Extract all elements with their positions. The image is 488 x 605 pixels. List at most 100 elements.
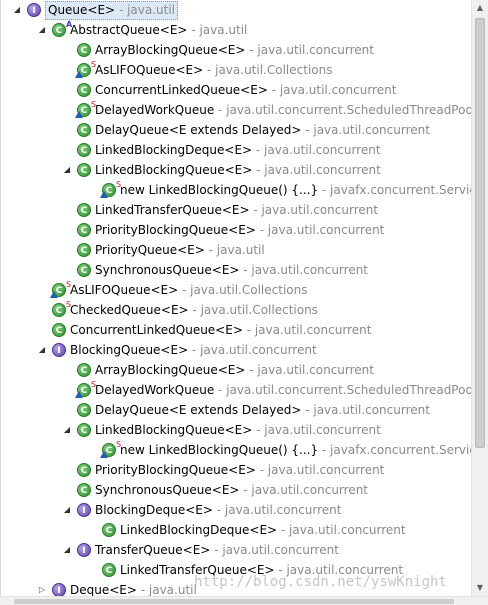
tree-row[interactable]: C LinkedBlockingDeque<E> - java.util.conc… (1, 140, 472, 160)
vertical-scrollbar[interactable]: ▲ ▼ (471, 0, 488, 596)
tree-row[interactable]: C LinkedBlockingDeque<E> - java.util.conc… (1, 520, 472, 540)
tree-item-label[interactable]: Deque<E> - java.util (70, 580, 197, 596)
interface-icon: I (52, 583, 66, 596)
tree-item-label[interactable]: LinkedBlockingDeque<E> - java.util.concu… (95, 140, 381, 160)
package-name: - java.util.concurrent (212, 503, 342, 517)
type-name: BlockingQueue<E> (70, 343, 189, 357)
tree-item-label[interactable]: new LinkedBlockingQueue() {...} - javafx… (120, 440, 472, 460)
tree-row[interactable]: C ConcurrentLinkedQueue<E> - java.util.co… (1, 80, 472, 100)
tree-item-label[interactable]: SynchronousQueue<E> - java.util.concurre… (95, 480, 368, 500)
tree-item-label[interactable]: AsLIFOQueue<E> - java.util.Collections (95, 60, 332, 80)
type-name: AbstractQueue<E> (70, 23, 188, 37)
tree-item-label[interactable]: LinkedBlockingQueue<E> - java.util.concu… (95, 160, 381, 180)
tree-item-label[interactable]: ArrayBlockingQueue<E> - java.util.concur… (95, 40, 374, 60)
tree-item-label[interactable]: PriorityBlockingQueue<E> - java.util.con… (95, 220, 384, 240)
horizontal-scrollbar[interactable] (0, 596, 488, 605)
tree-item-label[interactable]: TransferQueue<E> - java.util.concurrent (95, 540, 339, 560)
tree-item-label[interactable]: DelayedWorkQueue - java.util.concurrent.… (95, 100, 472, 120)
tree-item-label[interactable]: LinkedTransferQueue<E> - java.util.concu… (95, 200, 378, 220)
tree-item-label[interactable]: ArrayBlockingQueue<E> - java.util.concur… (95, 360, 374, 380)
type-name: LinkedBlockingQueue<E> (95, 423, 253, 437)
type-name: AsLIFOQueue<E> (70, 283, 179, 297)
tree-item-label[interactable]: BlockingDeque<E> - java.util.concurrent (95, 500, 341, 520)
interface-icon: I (77, 503, 91, 517)
chevron-down-icon[interactable]: ◢ (35, 20, 49, 40)
type-name: LinkedBlockingDeque<E> (120, 523, 278, 537)
tree-row[interactable]: C PriorityBlockingQueue<E> - java.util.co… (1, 460, 472, 480)
tree-row[interactable]: ▷ I Deque<E> - java.util (1, 580, 472, 596)
chevron-right-icon[interactable]: ▷ (35, 580, 49, 596)
package-name: - javafx.concurrent.Service (318, 183, 472, 197)
type-name: SynchronousQueue<E> (95, 263, 240, 277)
interface-icon: I (77, 543, 91, 557)
tree-row[interactable]: C LinkedTransferQueue<E> - java.util.conc… (1, 200, 472, 220)
tree-item-label[interactable]: ConcurrentLinkedQueue<E> - java.util.con… (95, 80, 396, 100)
tree-row[interactable]: C PriorityQueue<E> - java.util (1, 240, 472, 260)
visibility-triangle-icon (75, 111, 83, 118)
tree-item-label[interactable]: DelayQueue<E extends Delayed> - java.uti… (95, 400, 430, 420)
tree-row[interactable]: ◢ I Queue<E> - java.util (1, 0, 472, 20)
tree-item-label[interactable]: PriorityBlockingQueue<E> - java.util.con… (95, 460, 384, 480)
type-name: LinkedBlockingDeque<E> (95, 143, 253, 157)
package-name: - java.util (187, 23, 248, 37)
horizontal-scroll-thumb[interactable] (14, 599, 454, 604)
package-name: - java.util.concurrent (239, 263, 369, 277)
type-name: PriorityBlockingQueue<E> (95, 463, 256, 477)
tree-item-label[interactable]: Queue<E> - java.util (45, 1, 179, 20)
tree-row[interactable]: C ArrayBlockingQueue<E> - java.util.concu… (1, 360, 472, 380)
chevron-down-icon[interactable]: ◢ (35, 340, 49, 360)
tree-row[interactable]: C S AsLIFOQueue<E> - java.util.Collections (1, 280, 472, 300)
class-icon: C (102, 523, 116, 537)
tree-item-label[interactable]: DelayQueue<E extends Delayed> - java.uti… (95, 120, 430, 140)
tree-row[interactable]: C SynchronousQueue<E> - java.util.concurr… (1, 260, 472, 280)
chevron-down-icon[interactable]: ◢ (60, 500, 74, 520)
tree-item-label[interactable]: ConcurrentLinkedQueue<E> - java.util.con… (70, 320, 371, 340)
tree-row[interactable]: ◢ I BlockingQueue<E> - java.util.concurren… (1, 340, 472, 360)
tree-row[interactable]: C Snew LinkedBlockingQueue() {...} - java… (1, 440, 472, 460)
package-name: - java.util.concurrent (255, 463, 385, 477)
tree-item-label[interactable]: BlockingQueue<E> - java.util.concurrent (70, 340, 317, 360)
tree-row[interactable]: C S DelayedWorkQueue - java.util.concurren… (1, 100, 472, 120)
tree-item-label[interactable]: AsLIFOQueue<E> - java.util.Collections (70, 280, 307, 300)
tree-row[interactable]: ◢ C A AbstractQueue<E> - java.util (1, 20, 472, 40)
type-name: CheckedQueue<E> (70, 303, 189, 317)
tree-row[interactable]: C LinkedTransferQueue<E> - java.util.conc… (1, 560, 472, 580)
tree-row[interactable]: C ConcurrentLinkedQueue<E> - java.util.co… (1, 320, 472, 340)
tree-item-label[interactable]: AbstractQueue<E> - java.util (70, 20, 247, 40)
scroll-up-arrow-icon[interactable]: ▲ (472, 0, 488, 16)
type-hierarchy-tree[interactable]: ◢ I Queue<E> - java.util ◢ C A AbstractQueue<E… (0, 0, 472, 596)
chevron-down-icon[interactable]: ◢ (10, 0, 24, 20)
tree-row[interactable]: C DelayQueue<E extends Delayed> - java.ut… (1, 120, 472, 140)
chevron-down-icon[interactable]: ◢ (60, 420, 74, 440)
tree-item-label[interactable]: CheckedQueue<E> - java.util.Collections (70, 300, 318, 320)
tree-item-label[interactable]: LinkedTransferQueue<E> - java.util.concu… (120, 560, 403, 580)
class-icon: C (52, 23, 66, 37)
scroll-down-arrow-icon[interactable]: ▼ (472, 580, 488, 596)
tree-item-label[interactable]: LinkedBlockingDeque<E> - java.util.concu… (120, 520, 406, 540)
tree-item-label[interactable]: PriorityQueue<E> - java.util (95, 240, 265, 260)
vertical-scroll-thumb[interactable] (475, 18, 485, 448)
tree-row[interactable]: C S DelayedWorkQueue - java.util.concurren… (1, 380, 472, 400)
tree-row[interactable]: ◢ C LinkedBlockingQueue<E> - java.util.con… (1, 160, 472, 180)
visibility-triangle-icon (100, 451, 108, 458)
tree-row[interactable]: ◢ I BlockingDeque<E> - java.util.concurren… (1, 500, 472, 520)
package-name: - java.util.concurrent (245, 43, 374, 57)
tree-row[interactable]: C SynchronousQueue<E> - java.util.concurr… (1, 480, 472, 500)
type-name: LinkedBlockingQueue<E> (95, 163, 253, 177)
tree-item-label[interactable]: new LinkedBlockingQueue() {...} - javafx… (120, 180, 472, 200)
tree-row[interactable]: C Snew LinkedBlockingQueue() {...} - java… (1, 180, 472, 200)
tree-item-label[interactable]: SynchronousQueue<E> - java.util.concurre… (95, 260, 368, 280)
type-name: Deque<E> (70, 583, 137, 596)
tree-row[interactable]: C DelayQueue<E extends Delayed> - java.ut… (1, 400, 472, 420)
tree-row[interactable]: C S AsLIFOQueue<E> - java.util.Collections (1, 60, 472, 80)
visibility-triangle-icon (75, 391, 83, 398)
tree-item-label[interactable]: DelayedWorkQueue - java.util.concurrent.… (95, 380, 472, 400)
tree-row[interactable]: C S CheckedQueue<E> - java.util.Collection… (1, 300, 472, 320)
tree-row[interactable]: ◢ I TransferQueue<E> - java.util.concurren… (1, 540, 472, 560)
tree-row[interactable]: C ArrayBlockingQueue<E> - java.util.concu… (1, 40, 472, 60)
tree-row[interactable]: C PriorityBlockingQueue<E> - java.util.co… (1, 220, 472, 240)
tree-row[interactable]: ◢ C LinkedBlockingQueue<E> - java.util.con… (1, 420, 472, 440)
chevron-down-icon[interactable]: ◢ (60, 160, 74, 180)
chevron-down-icon[interactable]: ◢ (60, 540, 74, 560)
tree-item-label[interactable]: LinkedBlockingQueue<E> - java.util.concu… (95, 420, 381, 440)
